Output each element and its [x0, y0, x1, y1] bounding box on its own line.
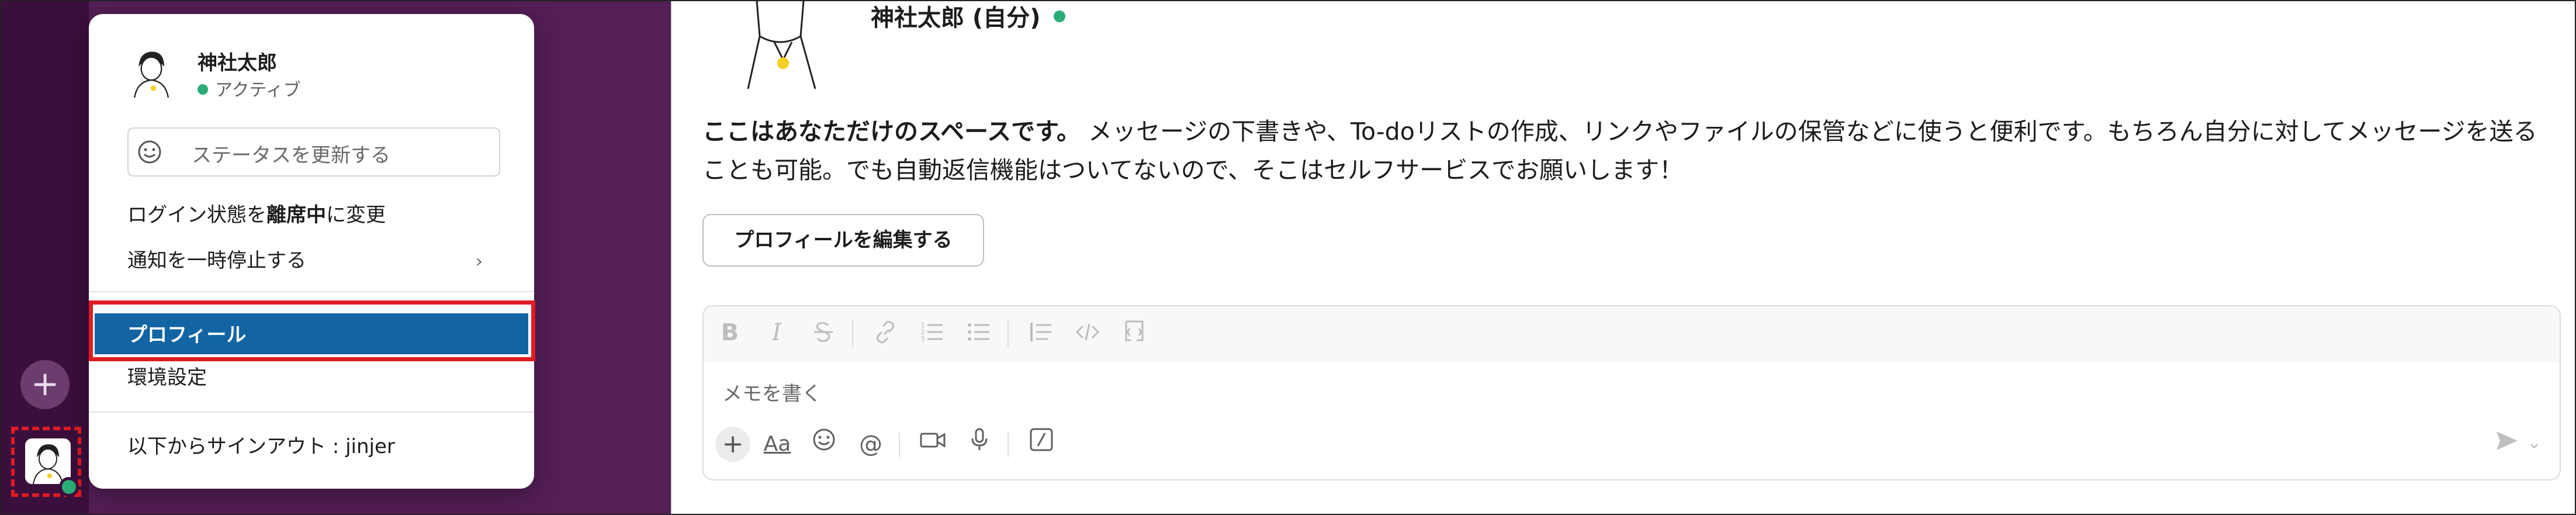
- mention-icon[interactable]: @: [853, 427, 888, 462]
- intro-text: ここはあなただけのスペースです。 メッセージの下書きや、To-doリストの作成、…: [702, 112, 2561, 189]
- microphone-icon[interactable]: [962, 427, 997, 462]
- divider: [1007, 320, 1009, 347]
- presence-dot: [198, 84, 208, 95]
- status-placeholder: ステータスを更新する: [192, 144, 390, 167]
- presence-dot: [59, 477, 79, 497]
- strikethrough-icon[interactable]: [809, 319, 838, 351]
- self-name-text: 神社太郎 (自分): [871, 5, 1041, 32]
- divider: [89, 412, 534, 413]
- smile-icon: [138, 140, 161, 164]
- link-icon[interactable]: [871, 319, 900, 351]
- send-icon[interactable]: [2494, 429, 2520, 458]
- set-away-item[interactable]: ログイン状態を離席中に変更: [127, 199, 386, 227]
- text-format-icon[interactable]: Aa: [760, 427, 795, 462]
- main-content: 神社太郎 (自分) ここはあなただけのスペースです。 メッセージの下書きや、To…: [671, 1, 2575, 514]
- away-prefix: ログイン状態を: [127, 203, 266, 227]
- message-composer: B I 123 メモを書く + Aa @ ⌄: [702, 305, 2561, 481]
- slash-command-icon[interactable]: [1024, 427, 1059, 462]
- preferences-item[interactable]: 環境設定: [127, 361, 207, 390]
- status-update-input[interactable]: ステータスを更新する: [127, 127, 500, 177]
- video-icon[interactable]: [915, 427, 950, 462]
- composer-input[interactable]: メモを書く: [722, 378, 822, 406]
- presence-dot: [1053, 11, 1065, 22]
- profile-menu-item[interactable]: プロフィール: [127, 319, 246, 347]
- menu-user-name: 神社太郎: [198, 51, 277, 75]
- ordered-list-icon[interactable]: 123: [917, 319, 947, 351]
- user-avatar-button-annotation: [11, 427, 81, 497]
- emoji-icon[interactable]: [806, 427, 842, 462]
- add-workspace-button[interactable]: +: [20, 360, 70, 409]
- profile-item-annotation: プロフィール: [89, 300, 535, 369]
- plus-icon[interactable]: +: [715, 427, 750, 462]
- bulleted-list-icon[interactable]: [964, 319, 993, 351]
- intro-bold: ここはあなただけのスペースです。: [702, 117, 1081, 146]
- avatar-illustration-icon: [125, 45, 178, 98]
- app-window: + 神社太郎 アクティブ ステータスを更新する ログイン状態を離席中に変更 通知…: [0, 0, 2576, 515]
- chevron-right-icon: ›: [476, 251, 483, 272]
- pause-notifications-item[interactable]: 通知を一時停止する: [127, 244, 306, 273]
- menu-user-status: アクティブ: [198, 75, 301, 101]
- code-icon[interactable]: [1073, 319, 1102, 351]
- away-bold: 離席中: [266, 203, 326, 227]
- format-toolbar: B I 123: [704, 306, 2560, 362]
- user-avatar-button[interactable]: [25, 438, 71, 484]
- away-suffix: に変更: [326, 203, 386, 227]
- profile-illustration-icon: [747, 1, 816, 89]
- bold-icon[interactable]: B: [715, 319, 745, 346]
- italic-icon[interactable]: I: [762, 319, 791, 346]
- signout-item[interactable]: 以下からサインアウト : jinjer: [127, 430, 395, 459]
- divider: [852, 320, 853, 347]
- divider: [1007, 433, 1009, 457]
- user-menu-popup: 神社太郎 アクティブ ステータスを更新する ログイン状態を離席中に変更 通知を一…: [89, 14, 535, 489]
- blockquote-icon[interactable]: [1026, 319, 1055, 351]
- workspace-rail: +: [1, 1, 89, 514]
- divider: [899, 433, 900, 457]
- status-text: アクティブ: [215, 80, 301, 101]
- self-name-title: 神社太郎 (自分): [871, 1, 1065, 33]
- avatar-illustration-icon: [25, 438, 71, 484]
- edit-profile-button[interactable]: プロフィールを編集する: [702, 214, 984, 267]
- svg-text:3: 3: [920, 335, 925, 343]
- code-block-icon[interactable]: [1120, 319, 1149, 351]
- menu-avatar: [125, 44, 178, 98]
- divider: [89, 291, 534, 292]
- chevron-down-icon[interactable]: ⌄: [2527, 433, 2542, 453]
